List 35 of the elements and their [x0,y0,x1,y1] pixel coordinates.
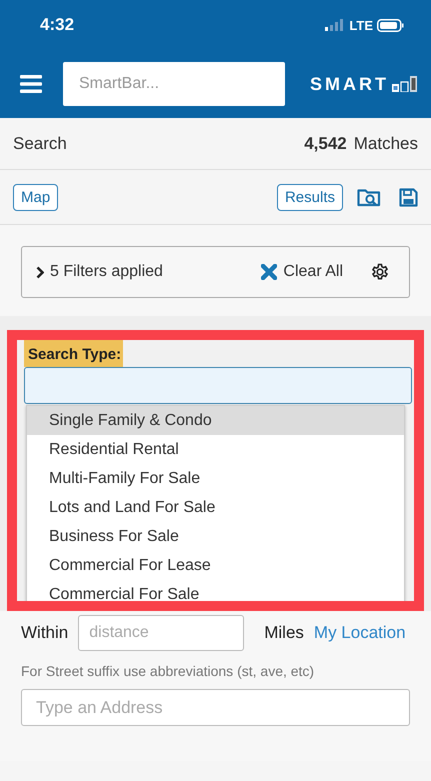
folder-search-icon[interactable] [357,187,381,207]
search-type-field[interactable] [24,367,412,404]
match-count: 4,542 [304,134,347,154]
logo-text: SMART [310,74,389,94]
dropdown-option[interactable]: Commercial For Lease [27,551,404,580]
network-label: LTE [349,18,373,32]
dropdown-option[interactable]: Commercial For Sale [27,580,404,601]
chevron-right-icon[interactable] [36,266,44,278]
battery-icon [377,18,404,32]
settings-icon[interactable] [371,263,389,281]
search-type-label: Search Type: [24,340,124,367]
address-field[interactable]: Type an Address [21,689,410,726]
menu-icon[interactable] [20,75,42,93]
map-button[interactable]: Map [13,184,58,210]
filters-summary[interactable]: 5 Filters applied [50,263,163,281]
address-hint: For Street suffix use abbreviations (st, ave, etc) [21,663,316,679]
signal-icon [325,19,346,31]
close-icon[interactable] [261,264,278,280]
results-button[interactable]: Results [276,184,343,210]
dropdown-option[interactable]: Single Family & Condo [27,406,404,435]
status-time: 4:32 [40,15,76,35]
search-title: Search [13,134,68,154]
my-location-link[interactable]: My Location [314,623,406,643]
clear-all-link[interactable]: Clear All [283,263,343,281]
logo-mark-icon [392,76,418,92]
distance-field[interactable]: distance [78,615,244,651]
matches-label: Matches [354,134,418,154]
dropdown-option[interactable]: Lots and Land For Sale [27,493,404,522]
save-icon[interactable] [399,188,418,206]
miles-label: Miles [264,623,304,643]
dropdown-option[interactable]: Multi-Family For Sale [27,464,404,493]
smartbar-field[interactable]: SmartBar... [63,62,285,106]
dropdown-option[interactable]: Business For Sale [27,522,404,551]
dropdown-option[interactable]: Residential Rental [27,435,404,464]
within-label: Within [21,623,68,643]
